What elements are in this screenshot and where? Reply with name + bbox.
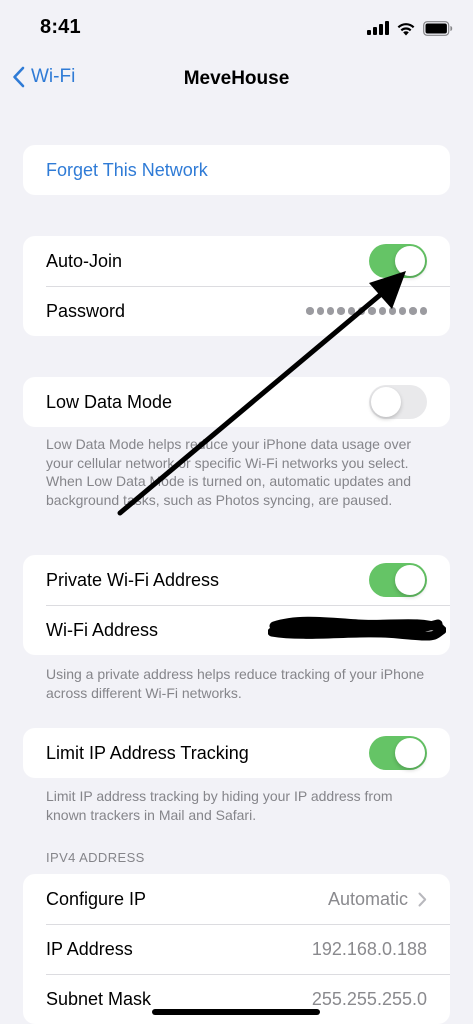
status-time: 8:41 [40, 16, 81, 38]
password-dot [316, 307, 325, 315]
limit-ip-tracking-label: Limit IP Address Tracking [46, 742, 249, 763]
home-indicator [152, 1009, 320, 1015]
forget-network-button[interactable]: Forget This Network [23, 145, 450, 195]
status-icons [367, 18, 453, 38]
password-row[interactable]: Password [23, 286, 450, 336]
password-dot [327, 307, 335, 315]
ipv4-group: Configure IP Automatic IP Address 192.16… [23, 874, 450, 1024]
password-label: Password [46, 300, 126, 321]
password-dot [306, 307, 314, 315]
cellular-signal-icon [367, 21, 389, 35]
status-bar: 8:41 [0, 0, 473, 56]
wifi-address-value: 4A:F0:98:2C:0A:15 [282, 620, 427, 639]
wifi-address-label: Wi-Fi Address [46, 619, 159, 640]
chevron-right-icon [418, 892, 427, 907]
private-address-footnote: Using a private address helps reduce tra… [46, 666, 425, 701]
low-data-mode-footnote: Low Data Mode helps reduce your iPhone d… [46, 436, 412, 508]
low-data-mode-toggle[interactable] [369, 385, 427, 419]
subnet-mask-label: Subnet Mask [46, 988, 152, 1009]
configure-ip-row[interactable]: Configure IP Automatic [23, 874, 450, 924]
subnet-mask-value: 255.255.255.0 [311, 988, 427, 1009]
password-dot [378, 307, 386, 315]
private-address-label: Private Wi-Fi Address [46, 569, 220, 590]
forget-network-group: Forget This Network [23, 145, 450, 195]
wifi-network-details-screen: 8:41 Wi-Fi MeveHouse Forget This Network… [0, 0, 473, 1024]
password-dot [357, 307, 366, 315]
password-dot [419, 307, 427, 315]
ip-address-value: 192.168.0.188 [311, 938, 427, 959]
private-address-row: Private Wi-Fi Address [23, 555, 450, 605]
toggle-knob [395, 565, 425, 595]
battery-icon [423, 20, 453, 36]
configure-ip-value: Automatic [327, 888, 408, 909]
password-dot [409, 307, 417, 315]
low-data-mode-label: Low Data Mode [46, 391, 173, 412]
toggle-knob [395, 246, 425, 276]
page-title: MeveHouse [183, 68, 290, 89]
toggle-knob [395, 738, 425, 768]
ip-address-label: IP Address [46, 938, 133, 959]
private-address-toggle[interactable] [369, 563, 427, 597]
configure-ip-label: Configure IP [46, 888, 147, 909]
auto-join-row: Auto-Join [23, 236, 450, 286]
password-dot [388, 307, 397, 315]
private-address-group: Private Wi-Fi Address Wi-Fi Address 4A:F… [23, 555, 450, 655]
limit-ip-tracking-footnote: Limit IP address tracking by hiding your… [46, 788, 393, 823]
wifi-address-row: Wi-Fi Address 4A:F0:98:2C:0A:15 [23, 605, 450, 655]
ipv4-section-header: IPV4 ADDRESS [46, 850, 145, 865]
subnet-mask-row: Subnet Mask 255.255.255.0 [23, 974, 450, 1024]
password-dot [399, 307, 407, 315]
wifi-icon [397, 22, 415, 35]
auto-join-label: Auto-Join [46, 250, 123, 271]
limit-ip-tracking-toggle[interactable] [369, 736, 427, 770]
forget-network-label: Forget This Network [46, 159, 208, 180]
limit-ip-tracking-row: Limit IP Address Tracking [23, 728, 450, 778]
password-dot [368, 307, 376, 315]
low-data-mode-group: Low Data Mode [23, 377, 450, 427]
toggle-knob [371, 387, 401, 417]
navigation-bar: Wi-Fi MeveHouse [0, 56, 473, 104]
limit-ip-tracking-group: Limit IP Address Tracking [23, 728, 450, 778]
auto-join-toggle[interactable] [369, 244, 427, 278]
password-dots [306, 307, 427, 315]
password-dot [347, 307, 355, 315]
password-dot [337, 307, 345, 315]
ip-address-row: IP Address 192.168.0.188 [23, 924, 450, 974]
auto-join-group: Auto-Join Password [23, 236, 450, 336]
low-data-mode-row: Low Data Mode [23, 377, 450, 427]
